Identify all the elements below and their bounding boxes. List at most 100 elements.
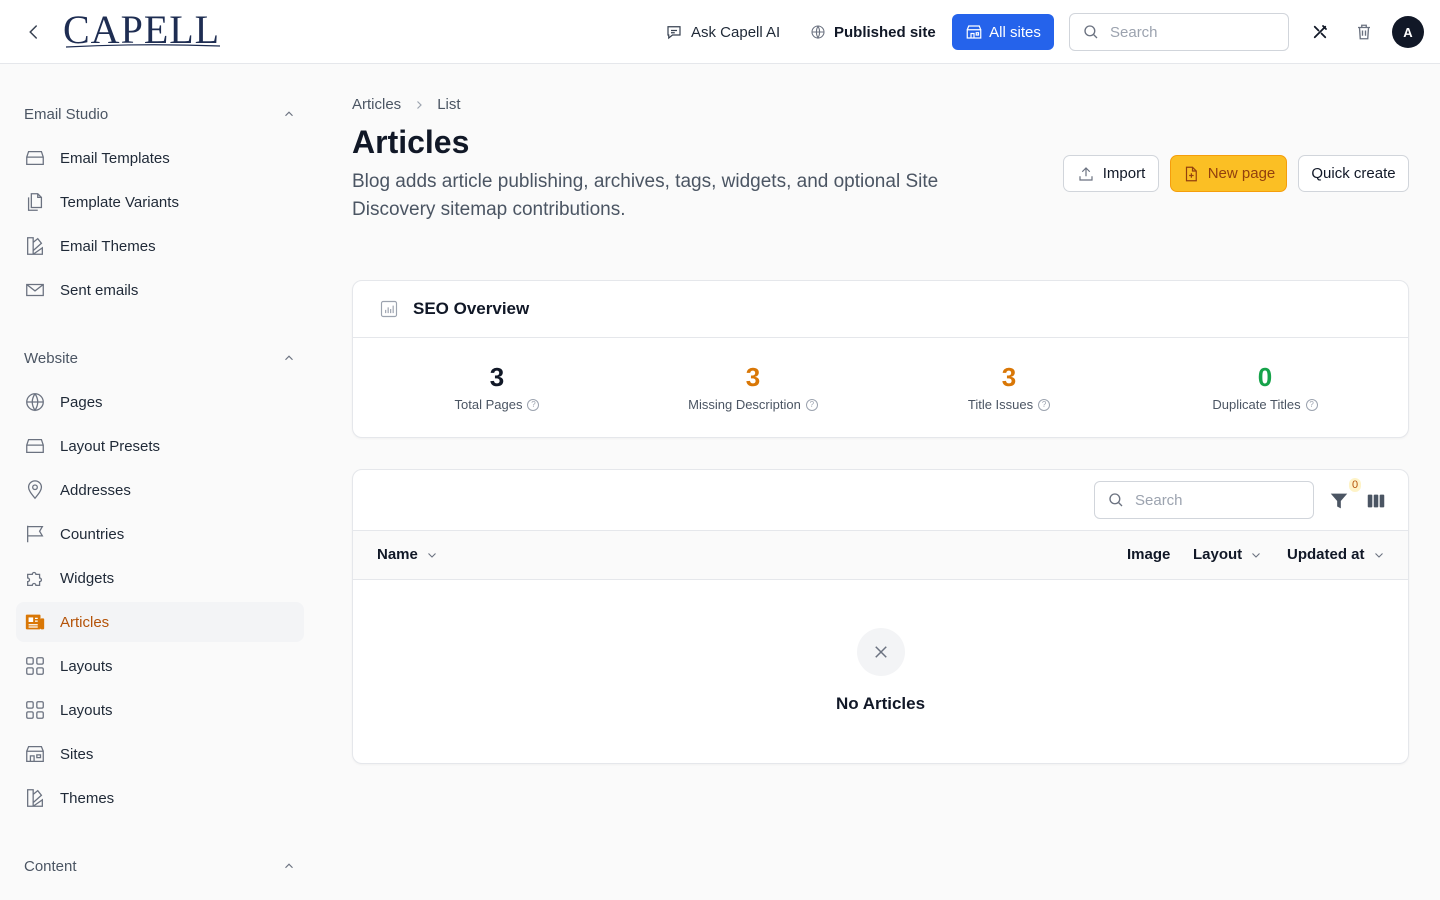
global-search-input[interactable] bbox=[1110, 23, 1270, 41]
document-plus-icon bbox=[1185, 166, 1197, 181]
stat-label: Total Pages bbox=[454, 397, 523, 412]
tray-icon bbox=[24, 147, 46, 169]
globe-icon bbox=[24, 391, 46, 413]
ask-ai-label: Ask Capell AI bbox=[691, 23, 781, 41]
sidebar-item-sites[interactable]: Sites bbox=[16, 734, 304, 774]
sidebar-item-pages[interactable]: Pages bbox=[16, 382, 304, 422]
sidebar-item-label: Template Variants bbox=[60, 193, 179, 211]
import-label: Import bbox=[1102, 165, 1146, 182]
import-button[interactable]: Import bbox=[1063, 155, 1159, 192]
help-icon[interactable]: ? bbox=[527, 398, 540, 411]
column-label: Updated at bbox=[1287, 546, 1365, 563]
sidebar-section-email-studio[interactable]: Email Studio bbox=[24, 102, 296, 126]
search-icon bbox=[1109, 493, 1123, 507]
sidebar-section-content[interactable]: Content bbox=[24, 854, 296, 878]
top-bar: CAPELL Ask Capell AI Published site All … bbox=[0, 0, 1440, 64]
sidebar-item-sent-emails[interactable]: Sent emails bbox=[16, 270, 304, 310]
sidebar-item-template-variants[interactable]: Template Variants bbox=[16, 182, 304, 222]
section-title: Website bbox=[24, 349, 78, 367]
sidebar-section-website[interactable]: Website bbox=[24, 346, 296, 370]
column-name[interactable]: Name bbox=[377, 546, 438, 563]
ask-ai-button[interactable]: Ask Capell AI bbox=[665, 19, 780, 45]
tools-button[interactable] bbox=[1308, 20, 1332, 44]
stat-label-row: Total Pages? bbox=[369, 397, 625, 412]
sidebar-item-label: Layouts bbox=[60, 657, 113, 675]
chevron-down-icon bbox=[427, 552, 436, 558]
breadcrumb-articles-link[interactable]: Articles bbox=[352, 96, 401, 113]
table-search[interactable] bbox=[1094, 481, 1314, 519]
sidebar-item-layouts-2[interactable]: Layouts bbox=[16, 690, 304, 730]
empty-state-text: No Articles bbox=[835, 694, 926, 713]
back-button[interactable] bbox=[22, 20, 46, 44]
avatar[interactable]: A bbox=[1392, 16, 1424, 48]
published-site-label: Published site bbox=[834, 23, 936, 41]
column-updated-at[interactable]: Updated at bbox=[1287, 546, 1385, 563]
chevron-right-icon bbox=[417, 100, 423, 109]
sidebar-item-label: Widgets bbox=[60, 569, 115, 587]
published-site-link[interactable]: Published site bbox=[810, 19, 936, 45]
new-page-button[interactable]: New page bbox=[1170, 155, 1287, 192]
trash-icon bbox=[1358, 24, 1370, 40]
flag-icon bbox=[24, 523, 46, 545]
sidebar-item-email-themes[interactable]: Email Themes bbox=[16, 226, 304, 266]
help-icon[interactable]: ? bbox=[1305, 398, 1318, 411]
column-label: Layout bbox=[1193, 546, 1243, 563]
breadcrumb-current: List bbox=[437, 96, 461, 113]
chart-bar-icon bbox=[380, 300, 398, 318]
help-icon[interactable]: ? bbox=[1038, 398, 1051, 411]
page-title: Articles bbox=[352, 124, 470, 160]
sidebar-item-articles[interactable]: Articles bbox=[16, 602, 304, 642]
search-icon bbox=[1084, 25, 1098, 39]
chevron-down-icon bbox=[1252, 552, 1261, 558]
sidebar-item-email-templates[interactable]: Email Templates bbox=[16, 138, 304, 178]
chevron-up-icon bbox=[285, 863, 293, 869]
help-icon[interactable]: ? bbox=[805, 398, 818, 411]
articles-table: 0 Name Image Layout Updated at No Articl… bbox=[352, 469, 1409, 764]
sidebar-item-countries[interactable]: Countries bbox=[16, 514, 304, 554]
quick-create-label: Quick create bbox=[1311, 165, 1396, 182]
stat-total-pages: 3 Total Pages? bbox=[369, 361, 625, 412]
stat-label: Missing Description bbox=[688, 397, 801, 412]
sidebar-item-label: Email Templates bbox=[60, 149, 170, 167]
seo-overview-header: SEO Overview bbox=[353, 281, 1408, 338]
column-layout[interactable]: Layout bbox=[1193, 546, 1262, 563]
squares-icon bbox=[24, 655, 46, 677]
swatch-icon bbox=[24, 235, 46, 257]
empty-state-icon bbox=[857, 628, 905, 676]
column-label: Name bbox=[377, 546, 418, 563]
sidebar-item-label: Addresses bbox=[60, 481, 131, 499]
filter-icon[interactable] bbox=[1328, 490, 1350, 512]
filter-count-badge: 0 bbox=[1349, 478, 1362, 492]
column-image: Image bbox=[1127, 546, 1170, 563]
sidebar-item-widgets[interactable]: Widgets bbox=[16, 558, 304, 598]
stat-value: 3 bbox=[1001, 362, 1017, 392]
sidebar-item-layouts[interactable]: Layouts bbox=[16, 646, 304, 686]
stat-value: 3 bbox=[489, 362, 505, 392]
trash-button[interactable] bbox=[1352, 20, 1376, 44]
stat-label: Title Issues bbox=[967, 397, 1034, 412]
envelope-icon bbox=[24, 279, 46, 301]
documents-icon bbox=[24, 191, 46, 213]
logo-swoosh-icon bbox=[65, 44, 221, 48]
columns-icon[interactable] bbox=[1365, 490, 1387, 512]
map-pin-icon bbox=[24, 479, 46, 501]
new-page-label: New page bbox=[1207, 165, 1276, 182]
table-search-input[interactable] bbox=[1135, 491, 1295, 509]
swatch-icon bbox=[24, 787, 46, 809]
column-label: Image bbox=[1127, 546, 1171, 563]
sidebar-item-label: Countries bbox=[60, 525, 125, 543]
sidebar-item-layout-presets[interactable]: Layout Presets bbox=[16, 426, 304, 466]
sidebar-item-addresses[interactable]: Addresses bbox=[16, 470, 304, 510]
sidebar-item-label: Themes bbox=[60, 789, 115, 807]
chevron-down-icon bbox=[1374, 552, 1383, 558]
seo-overview-card: SEO Overview 3 Total Pages? 3 Missing De… bbox=[352, 280, 1409, 438]
tray-icon bbox=[24, 435, 46, 457]
stat-label-row: Duplicate Titles? bbox=[1137, 397, 1393, 412]
all-sites-button[interactable]: All sites bbox=[952, 14, 1054, 50]
building-icon bbox=[24, 743, 46, 765]
global-search[interactable] bbox=[1069, 13, 1289, 51]
sidebar-item-themes[interactable]: Themes bbox=[16, 778, 304, 818]
tools-icon bbox=[1313, 25, 1327, 39]
newspaper-icon bbox=[24, 611, 46, 633]
quick-create-button[interactable]: Quick create bbox=[1298, 155, 1409, 192]
